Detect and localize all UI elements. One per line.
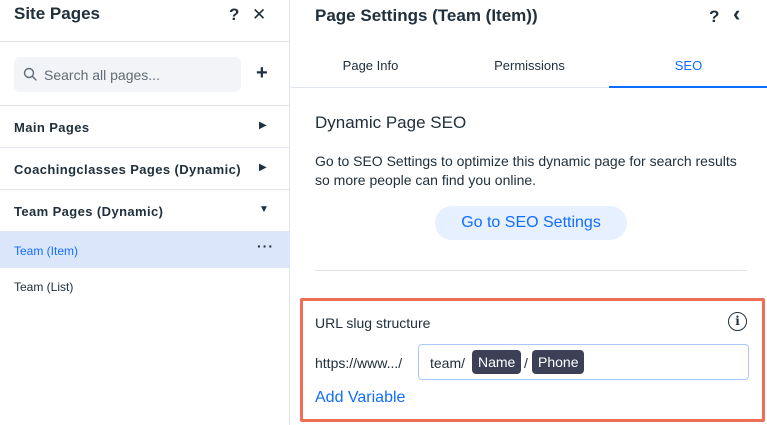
arrow-right-icon: ▶ xyxy=(259,120,267,131)
settings-tabs: Page Info Permissions SEO xyxy=(291,44,767,88)
page-settings-title: Page Settings (Team (Item)) xyxy=(315,6,538,25)
arrow-right-icon: ▶ xyxy=(259,162,267,173)
search-input[interactable] xyxy=(44,57,234,92)
section-main-pages[interactable]: Main Pages ▶ xyxy=(0,106,290,148)
close-icon[interactable]: ✕ xyxy=(252,4,266,26)
slug-separator: / xyxy=(524,355,528,371)
site-pages-panel: Site Pages ? ✕ + Main Pages ▶ Coachingcl… xyxy=(0,0,290,425)
add-page-icon[interactable]: + xyxy=(256,62,268,84)
more-actions-icon[interactable]: ··· xyxy=(257,238,274,254)
section-coachingclasses-pages[interactable]: Coachingclasses Pages (Dynamic) ▶ xyxy=(0,148,290,190)
info-icon[interactable]: i xyxy=(728,312,747,331)
go-to-seo-settings-button[interactable]: Go to SEO Settings xyxy=(435,206,627,240)
slug-static-text: team/ xyxy=(430,355,466,371)
back-icon[interactable]: ‹ xyxy=(733,3,740,25)
page-item-team-item[interactable]: Team (Item) ··· xyxy=(0,232,290,268)
tab-page-info[interactable]: Page Info xyxy=(291,44,450,88)
section-team-pages[interactable]: Team Pages (Dynamic) ▼ xyxy=(0,190,290,232)
section-label: Coachingclasses Pages (Dynamic) xyxy=(14,162,241,177)
page-item-team-list[interactable]: Team (List) xyxy=(0,268,290,304)
divider xyxy=(315,270,747,271)
url-slug-field[interactable]: team/ Name / Phone xyxy=(418,344,749,380)
tab-seo[interactable]: SEO xyxy=(609,44,767,88)
help-icon[interactable]: ? xyxy=(709,6,719,28)
url-slug-structure: URL slug structure i https://www.../ tea… xyxy=(300,298,765,422)
add-variable-link[interactable]: Add Variable xyxy=(315,389,405,407)
section-label: Team Pages (Dynamic) xyxy=(14,204,164,219)
variable-chip-name[interactable]: Name xyxy=(472,350,522,374)
search-row: + xyxy=(0,42,290,106)
section-title: Dynamic Page SEO xyxy=(315,113,467,132)
section-label: Main Pages xyxy=(14,120,90,135)
search-box[interactable] xyxy=(14,57,241,92)
seo-description: Go to SEO Settings to optimize this dyna… xyxy=(315,153,737,188)
variable-chip-phone[interactable]: Phone xyxy=(532,350,585,374)
url-slug-label: URL slug structure xyxy=(315,315,431,331)
search-icon xyxy=(23,67,37,81)
tab-permissions[interactable]: Permissions xyxy=(450,44,609,88)
arrow-down-icon: ▼ xyxy=(259,204,269,215)
url-prefix: https://www.../ xyxy=(315,355,403,371)
site-pages-header: Site Pages ? ✕ xyxy=(0,0,290,42)
page-item-label: Team (Item) xyxy=(14,244,79,258)
help-icon[interactable]: ? xyxy=(229,4,239,26)
page-settings-panel: Page Settings (Team (Item)) ? ‹ Page Inf… xyxy=(291,0,767,425)
page-item-label: Team (List) xyxy=(14,280,74,294)
site-pages-title: Site Pages xyxy=(14,4,100,23)
